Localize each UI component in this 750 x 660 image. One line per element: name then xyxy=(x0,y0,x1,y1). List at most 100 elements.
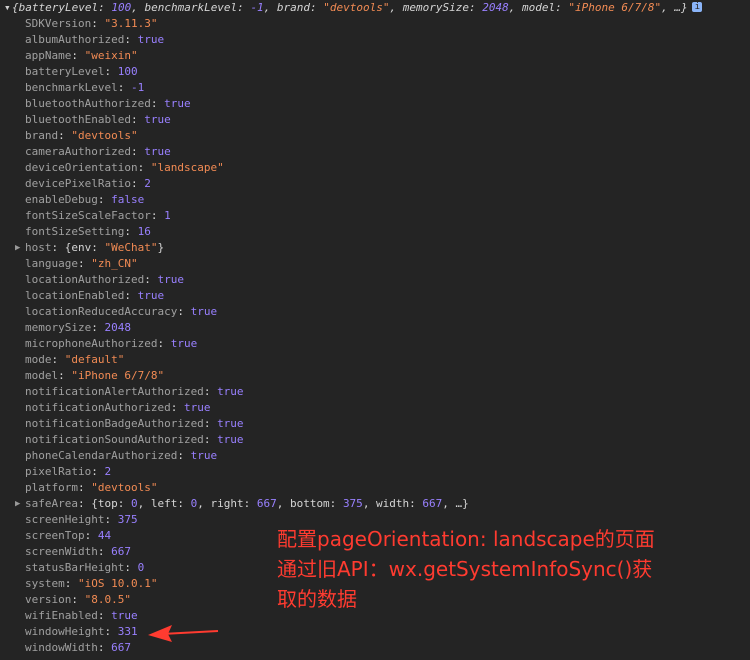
property-value: false xyxy=(111,193,145,206)
triangle-down-icon[interactable]: ▾ xyxy=(4,0,12,16)
property-key: notificationAlertAuthorized xyxy=(25,385,204,398)
summary-parts: batteryLevel: 100, benchmarkLevel: -1, b… xyxy=(19,1,661,14)
property-row[interactable]: ▶ host: {env: "WeChat"} xyxy=(15,240,469,256)
property-key: phoneCalendarAuthorized xyxy=(25,449,178,462)
property-separator: : xyxy=(203,385,218,398)
property-row: appName: "weixin" xyxy=(25,48,469,64)
property-value: "8.0.5" xyxy=(84,593,131,606)
property-separator: : xyxy=(51,241,65,254)
property-separator: : xyxy=(203,433,218,446)
property-row: brand: "devtools" xyxy=(25,128,469,144)
triangle-right-icon[interactable]: ▶ xyxy=(15,240,20,256)
property-key: platform xyxy=(25,481,78,494)
property-separator: : xyxy=(124,289,138,302)
property-row[interactable]: ▶ safeArea: {top: 0, left: 0, right: 667,… xyxy=(15,496,469,512)
info-badge-icon[interactable] xyxy=(691,0,702,15)
property-value: true xyxy=(111,609,138,622)
property-value: true xyxy=(137,289,165,302)
property-row: microphoneAuthorized: true xyxy=(25,336,469,352)
summary-value: "iPhone 6/7/8" xyxy=(568,1,662,14)
property-key: fontSizeScaleFactor xyxy=(25,209,151,222)
summary-value: 2048 xyxy=(482,1,509,14)
property-value: true xyxy=(217,385,244,398)
summary-key: , benchmarkLevel: xyxy=(131,1,251,14)
property-row: fontSizeScaleFactor: 1 xyxy=(25,208,469,224)
property-value: true xyxy=(164,97,191,110)
property-row: notificationBadgeAuthorized: true xyxy=(25,416,469,432)
property-separator: : xyxy=(130,113,145,126)
property-separator: : xyxy=(124,561,138,574)
property-object-part: 667 xyxy=(422,497,443,510)
property-key: bluetoothAuthorized xyxy=(25,97,151,110)
property-key: batteryLevel xyxy=(25,65,105,78)
property-row: locationReducedAccuracy: true xyxy=(25,304,469,320)
property-key: screenWidth xyxy=(25,545,98,558)
property-value: "weixin" xyxy=(84,49,138,62)
property-row: notificationAlertAuthorized: true xyxy=(25,384,469,400)
property-row: language: "zh_CN" xyxy=(25,256,469,272)
property-value: true xyxy=(144,113,171,126)
property-value: 2 xyxy=(144,177,151,190)
property-value: true xyxy=(217,433,244,446)
property-key: microphoneAuthorized xyxy=(25,337,158,350)
property-value: 2 xyxy=(104,465,112,478)
object-summary[interactable]: ▾{batteryLevel: 100, benchmarkLevel: -1,… xyxy=(4,0,702,16)
annotation-text: 配置pageOrientation: landscape的页面 通过旧API：wx… xyxy=(277,524,727,614)
annotation-line: 取的数据 xyxy=(277,587,357,611)
property-value: 100 xyxy=(117,65,138,78)
summary-key: , memorySize: xyxy=(389,1,483,14)
property-separator: : xyxy=(91,321,105,334)
property-key: bluetoothEnabled xyxy=(25,113,131,126)
property-row: mode: "default" xyxy=(25,352,469,368)
property-value: "iOS 10.0.1" xyxy=(78,577,158,590)
summary-suffix: , …} xyxy=(661,1,688,14)
property-key: system xyxy=(25,577,65,590)
property-key: brand xyxy=(25,129,59,142)
property-key: screenTop xyxy=(25,529,85,542)
property-separator: : xyxy=(77,497,92,510)
property-row: memorySize: 2048 xyxy=(25,320,469,336)
property-key: language xyxy=(25,257,78,270)
property-row: pixelRatio: 2 xyxy=(25,464,469,480)
property-key: albumAuthorized xyxy=(25,33,125,46)
property-key: memorySize xyxy=(25,321,92,334)
property-row: platform: "devtools" xyxy=(25,480,469,496)
property-row: bluetoothAuthorized: true xyxy=(25,96,469,112)
property-key: benchmarkLevel xyxy=(25,81,118,94)
property-key: locationReducedAccuracy xyxy=(25,305,178,318)
triangle-right-icon[interactable]: ▶ xyxy=(15,496,20,512)
property-separator: : xyxy=(130,177,145,190)
summary-value: "devtools" xyxy=(323,1,390,14)
property-value: true xyxy=(144,145,171,158)
property-separator: : xyxy=(117,81,131,94)
property-value: true xyxy=(157,273,184,286)
annotation-line: 通过旧API：wx.getSystemInfoSync()获 xyxy=(277,557,653,581)
property-key: notificationAuthorized xyxy=(25,401,171,414)
property-separator: : xyxy=(64,577,78,590)
property-row: notificationSoundAuthorized: true xyxy=(25,432,469,448)
property-separator: : xyxy=(77,257,92,270)
property-separator: : xyxy=(91,17,105,30)
summary-value: 100 xyxy=(111,1,132,14)
property-separator: : xyxy=(157,337,171,350)
property-row: phoneCalendarAuthorized: true xyxy=(25,448,469,464)
property-separator: : xyxy=(91,465,105,478)
property-row: enableDebug: false xyxy=(25,192,469,208)
property-value: 1 xyxy=(164,209,171,222)
property-separator: : xyxy=(150,209,165,222)
property-key: safeArea xyxy=(25,497,78,510)
property-key: model xyxy=(25,369,59,382)
property-object-part: "WeChat" xyxy=(104,241,158,254)
property-row: fontSizeSetting: 16 xyxy=(25,224,469,240)
property-separator: : xyxy=(77,481,92,494)
property-value: "devtools" xyxy=(91,481,158,494)
property-separator: : xyxy=(104,625,118,638)
property-key: windowWidth xyxy=(25,641,98,654)
property-row: locationEnabled: true xyxy=(25,288,469,304)
property-value: 375 xyxy=(117,513,138,526)
property-object-part: {top: xyxy=(91,497,131,510)
property-separator: : xyxy=(71,49,85,62)
property-key: locationEnabled xyxy=(25,289,125,302)
property-row: albumAuthorized: true xyxy=(25,32,469,48)
property-key: fontSizeSetting xyxy=(25,225,125,238)
